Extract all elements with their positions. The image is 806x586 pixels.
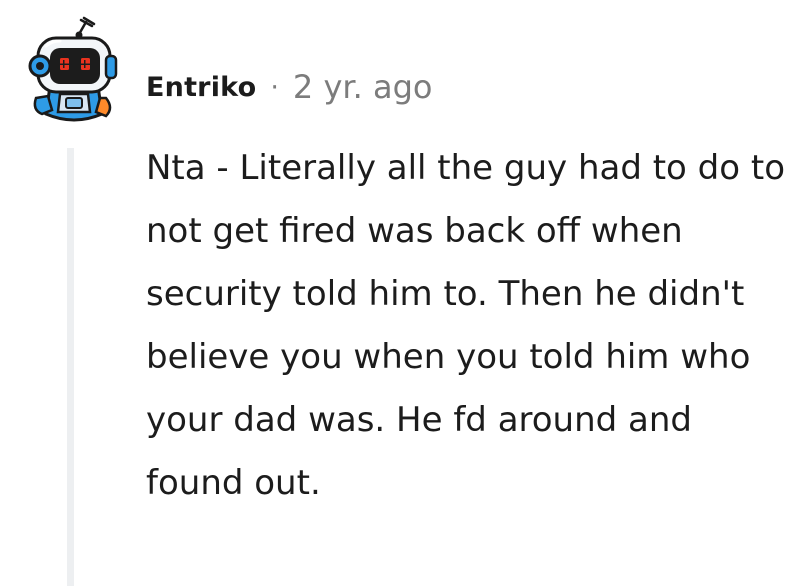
comment-body: Nta - Literally all the guy had to do to… xyxy=(146,148,785,503)
username-link[interactable]: Entriko xyxy=(146,72,256,103)
user-avatar[interactable] xyxy=(22,14,126,128)
thread-collapse-line[interactable] xyxy=(67,148,74,586)
meta-separator: · xyxy=(270,71,279,103)
robot-avatar-icon xyxy=(28,16,118,122)
comment: Entriko · 2 yr. ago Nta - Literally all … xyxy=(0,0,806,586)
comment-header: Entriko · 2 yr. ago xyxy=(146,64,432,110)
comment-timestamp[interactable]: 2 yr. ago xyxy=(293,68,433,106)
